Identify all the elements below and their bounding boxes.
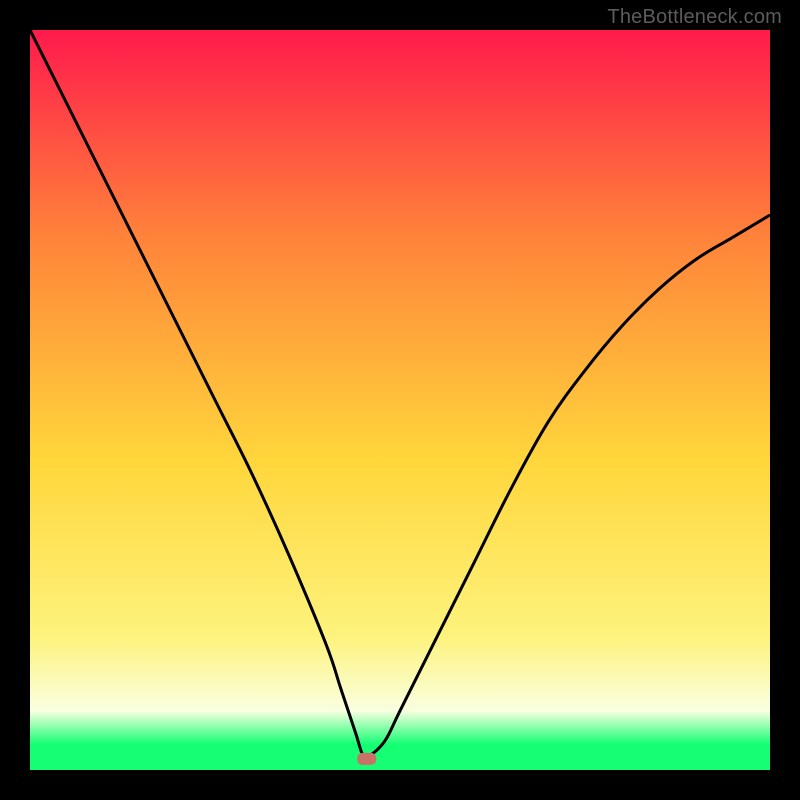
gradient-background	[30, 30, 770, 770]
watermark-text: TheBottleneck.com	[607, 6, 782, 29]
outer-frame: TheBottleneck.com	[0, 0, 800, 800]
chart-plot-area	[30, 30, 770, 770]
chart-svg	[30, 30, 770, 770]
optimum-marker	[357, 753, 376, 765]
